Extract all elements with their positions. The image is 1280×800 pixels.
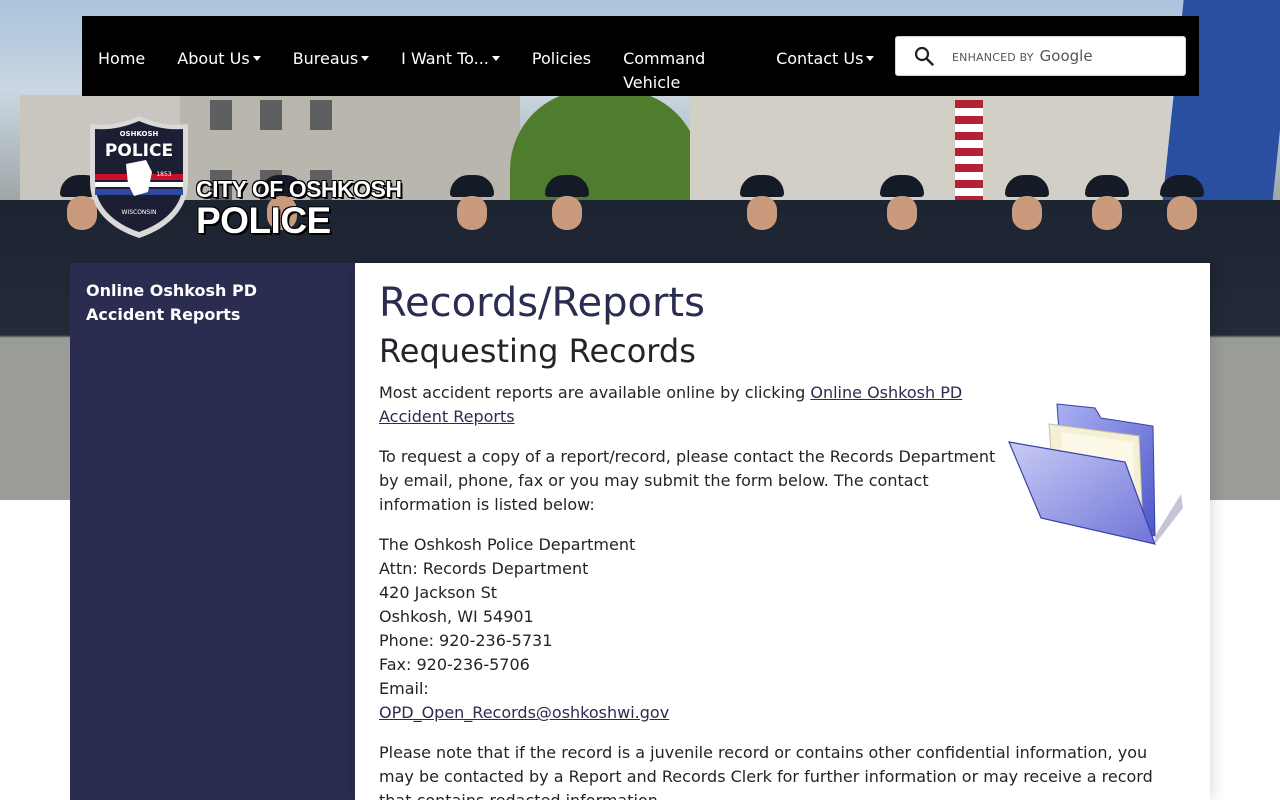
nav-home-label: Home <box>98 49 146 68</box>
nav-i-want-to[interactable]: I Want To... <box>385 16 516 71</box>
email-line: Email: OPD_Open_Records@oshkoshwi.gov <box>379 677 1186 725</box>
nav-command-vehicle-line2: Vehicle <box>623 73 681 92</box>
chevron-down-icon <box>491 56 500 61</box>
nav-contact-us[interactable]: Contact Us <box>760 16 890 71</box>
nav-command-vehicle-line1: Command <box>623 49 706 68</box>
intro-paragraph: Most accident reports are available onli… <box>379 381 999 429</box>
nav-policies-label: Policies <box>531 49 592 68</box>
email-label: Email: <box>379 679 429 698</box>
phone-line: Phone: 920-236-5731 <box>379 631 553 650</box>
address-line2: Attn: Records Department <box>379 559 589 578</box>
request-paragraph: To request a copy of a report/record, pl… <box>379 447 996 514</box>
confidential-note: Please note that if the record is a juve… <box>379 743 1153 800</box>
main-navbar: Home About Us Bureaus I Want To... Polic… <box>82 16 1199 96</box>
fax-line: Fax: 920-236-5706 <box>379 655 530 674</box>
police-badge-logo: OSHKOSH POLICE 1853 WISCONSIN <box>90 116 188 238</box>
intro-text: Most accident reports are available onli… <box>379 383 811 402</box>
logo-line2: POLICE <box>196 200 331 241</box>
badge-year-text: 1853 <box>156 171 171 178</box>
nav-home[interactable]: Home <box>82 16 161 71</box>
nav-contact-us-label: Contact Us <box>776 49 864 68</box>
nav-about-us-label: About Us <box>177 49 250 68</box>
folder-icon <box>1008 403 1183 545</box>
nav-policies[interactable]: Policies <box>516 16 607 71</box>
page-title: Records/Reports <box>379 280 705 326</box>
site-logo[interactable]: OSHKOSH POLICE 1853 WISCONSIN CITY OF OS… <box>86 114 426 242</box>
nav-i-want-to-label: I Want To... <box>401 49 489 68</box>
badge-top-text: OSHKOSH <box>120 130 159 138</box>
nav-bureaus[interactable]: Bureaus <box>277 16 385 71</box>
us-flag <box>955 100 983 210</box>
search-input[interactable] <box>896 37 1185 75</box>
nav-about-us[interactable]: About Us <box>161 16 276 71</box>
logo-wordmark: CITY OF OSHKOSH POLICE <box>196 176 402 240</box>
contact-address: The Oshkosh Police Department Attn: Reco… <box>379 533 1186 725</box>
site-search: ENHANCED BY Google <box>895 36 1186 76</box>
address-line3: 420 Jackson St <box>379 583 497 602</box>
badge-bottom-text: WISCONSIN <box>122 209 157 216</box>
logo-line1: CITY OF OSHKOSH <box>196 176 402 202</box>
chevron-down-icon <box>361 56 370 61</box>
chevron-down-icon <box>866 56 875 61</box>
nav-bureaus-label: Bureaus <box>292 49 359 68</box>
email-link[interactable]: OPD_Open_Records@oshkoshwi.gov <box>379 703 669 722</box>
main-content: Records/Reports Requesting Records Most … <box>355 263 1210 800</box>
sidebar-link-accident-reports[interactable]: Online Oshkosh PD Accident Reports <box>86 279 286 327</box>
chevron-down-icon <box>252 56 261 61</box>
sidebar: Online Oshkosh PD Accident Reports <box>70 263 355 800</box>
badge-middle-text: POLICE <box>105 141 173 161</box>
page-subtitle: Requesting Records <box>379 332 696 370</box>
address-line4: Oshkosh, WI 54901 <box>379 607 534 626</box>
nav-command-vehicle[interactable]: Command Vehicle <box>607 16 760 95</box>
